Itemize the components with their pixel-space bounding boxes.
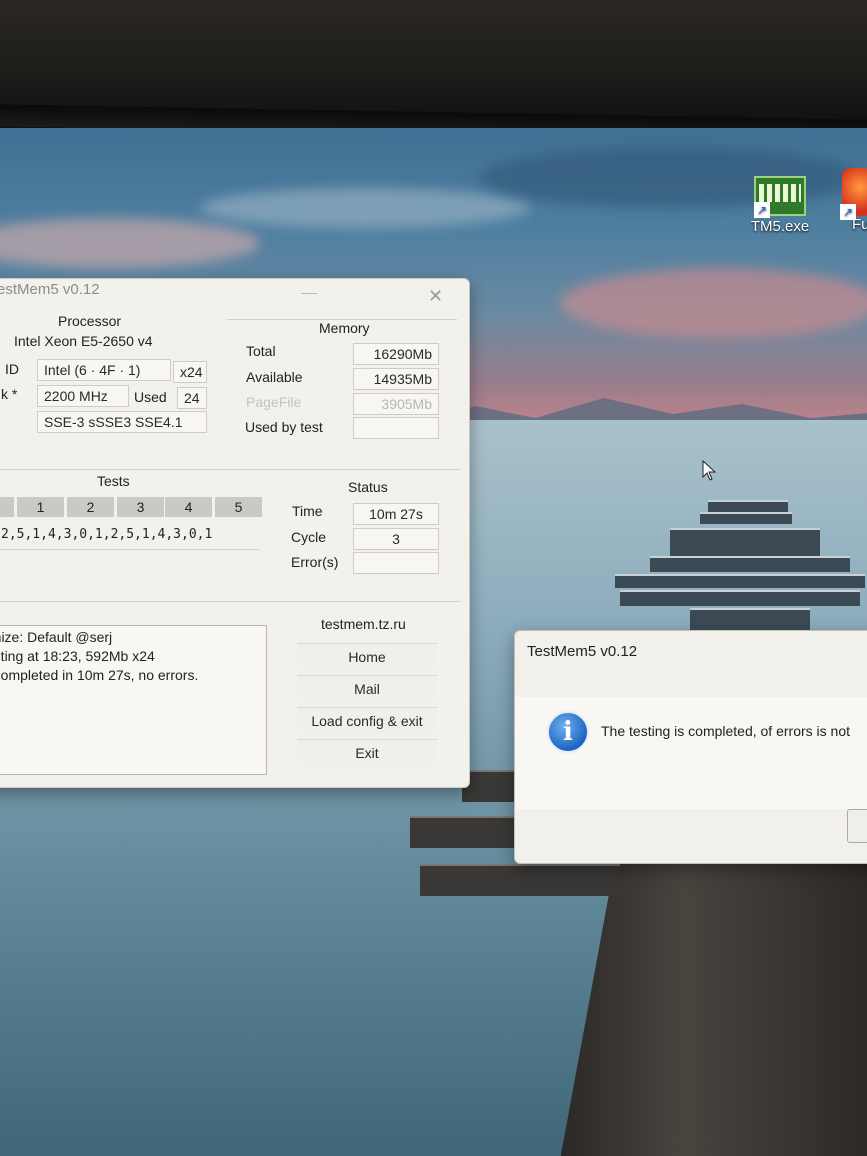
cpu-threads-field: x24 — [173, 361, 207, 383]
status-heading: Status — [348, 479, 388, 495]
tests-tab-blank — [0, 497, 14, 517]
close-icon[interactable]: ✕ — [428, 287, 443, 305]
used-threads-field: 24 — [177, 387, 207, 409]
cycle-field: 3 — [353, 528, 439, 550]
cairn-stone — [670, 528, 820, 556]
memory-heading: Memory — [319, 320, 370, 336]
log-line: g completed in 10m 27s, no errors. — [0, 667, 199, 683]
cpu-id-field: Intel (6 · 4F · 1) — [37, 359, 171, 381]
errors-label: Error(s) — [291, 554, 339, 570]
test-tab-1[interactable]: 1 — [17, 497, 64, 517]
test-sequence: 2,5,1,4,3,0,1,2,5,1,4,3,0,1 — [1, 527, 213, 542]
minimize-button[interactable] — [301, 279, 317, 294]
processor-heading: Processor — [58, 313, 122, 329]
mouse-cursor-icon — [702, 460, 716, 481]
tests-sequence-divider — [0, 549, 259, 550]
errors-field — [353, 552, 439, 574]
home-button[interactable]: Home — [297, 643, 437, 670]
cairn-stone — [690, 608, 810, 630]
site-link[interactable]: testmem.tz.ru — [321, 616, 406, 632]
time-label: Time — [292, 503, 323, 519]
used-by-test-field — [353, 417, 439, 439]
tests-group-border — [0, 469, 461, 470]
ok-button[interactable] — [847, 809, 867, 843]
shortcut-arrow-icon: ↗ — [840, 204, 856, 220]
instructions-field: SSE-3 sSSE3 SSE4.1 — [37, 411, 207, 433]
dialog-message: The testing is completed, of errors is n… — [601, 723, 850, 739]
ram-module-icon: ↗ — [754, 176, 806, 218]
load-config-exit-button[interactable]: Load config & exit — [297, 707, 437, 734]
wallpaper-cloud — [200, 188, 530, 228]
wallpaper-cloud — [560, 268, 867, 338]
cycle-label: Cycle — [291, 529, 327, 545]
dialog-title: TestMem5 v0.12 — [527, 643, 638, 660]
tests-heading: Tests — [97, 473, 130, 489]
total-label: Total — [246, 343, 276, 359]
clock-field: 2200 MHz — [37, 385, 129, 407]
test-tab-2[interactable]: 2 — [67, 497, 114, 517]
desktop-icon-firefox[interactable]: ↗ Fu — [840, 168, 867, 233]
firefox-icon: ↗ — [840, 168, 867, 220]
time-field: 10m 27s — [353, 503, 439, 525]
total-field: 16290Mb — [353, 343, 439, 365]
cairn-stone — [615, 574, 865, 588]
clock-label: k * — [1, 386, 18, 402]
pagefile-label: PageFile — [246, 394, 302, 410]
used-by-test-label: Used by test — [245, 419, 323, 435]
pier-plank — [462, 770, 522, 802]
available-field: 14935Mb — [353, 368, 439, 390]
cairn-stone — [700, 512, 792, 524]
cairn-stone — [650, 556, 850, 572]
test-tab-4[interactable]: 4 — [165, 497, 212, 517]
pier-plank — [420, 864, 620, 896]
pier-plank — [410, 816, 520, 848]
cairn-stone — [708, 500, 788, 512]
info-icon: i — [547, 711, 589, 753]
cpu-name: Intel Xeon E5-2650 v4 — [14, 333, 153, 349]
test-tab-5[interactable]: 5 — [215, 497, 262, 517]
wallpaper-cloud — [0, 218, 260, 268]
completion-dialog: TestMem5 v0.12 i The testing is complete… — [514, 630, 867, 864]
pagefile-field: 3905Mb — [353, 393, 439, 415]
desktop-icon-tm5[interactable]: ↗ TM5.exe — [740, 176, 820, 235]
cpu-id-label: ID — [5, 361, 19, 377]
testmem5-window: estMem5 v0.12 ✕ Processor Intel Xeon E5-… — [0, 278, 470, 788]
log-group-border — [0, 601, 461, 602]
log-box[interactable]: omize: Default @serj testing at 18:23, 5… — [0, 625, 267, 775]
mail-button[interactable]: Mail — [297, 675, 437, 702]
log-line: testing at 18:23, 592Mb x24 — [0, 648, 155, 664]
desktop-icon-label: TM5.exe — [750, 218, 810, 235]
log-line: omize: Default @serj — [0, 629, 113, 645]
available-label: Available — [246, 369, 303, 385]
cairn-stone — [620, 590, 860, 606]
window-title: estMem5 v0.12 — [0, 281, 100, 298]
shortcut-arrow-icon: ↗ — [754, 202, 770, 218]
test-tab-3[interactable]: 3 — [117, 497, 164, 517]
exit-button[interactable]: Exit — [297, 739, 437, 766]
used-threads-label: Used — [134, 389, 167, 405]
